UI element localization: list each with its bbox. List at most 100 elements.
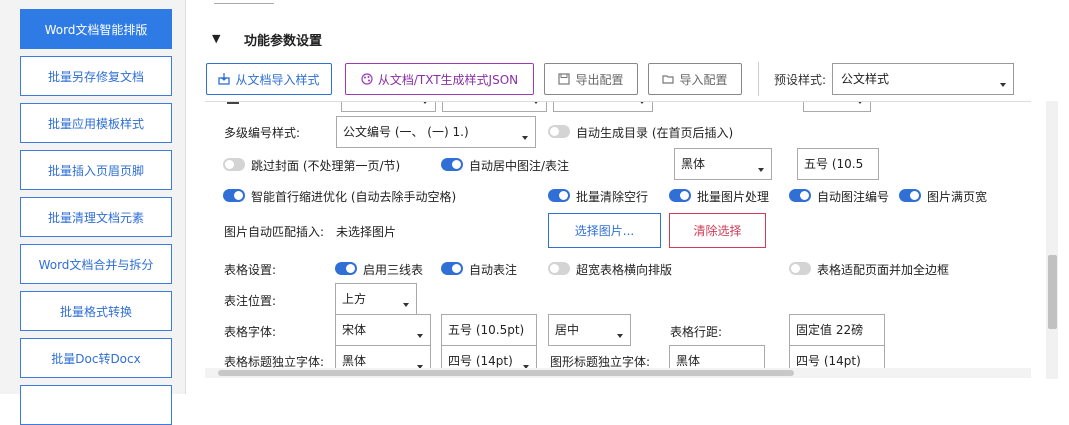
image-process-label: 批量图片处理 — [697, 190, 770, 204]
smart-indent-label: 智能首行缩进优化 (自动去除手动空格) — [251, 190, 457, 204]
table-align-value: 居中 — [555, 323, 580, 337]
chevron-down-icon — [522, 136, 528, 140]
collapse-triangle-icon[interactable]: ▼ — [212, 32, 220, 45]
export-config-label: 导出配置 — [575, 72, 624, 87]
clear-empty-lines-toggle[interactable] — [548, 189, 570, 202]
sidebar-item-batch-clean-elements[interactable]: 批量清理文档元素 — [20, 197, 172, 237]
generate-style-json-label: 从文档/TXT生成样式JSON — [377, 72, 519, 87]
sidebar-item-doc-to-docx[interactable]: 批量Doc转Docx — [20, 338, 172, 378]
caption-size-value: 五号 (10.5 — [804, 157, 864, 171]
chevron-down-icon — [533, 102, 539, 104]
clear-empty-lines-label: 批量清除空行 — [576, 190, 649, 204]
clear-selection-button[interactable]: 清除选择 — [669, 213, 766, 248]
table-font-label: 表格字体: — [224, 325, 277, 339]
figure-title-size-value: 四号 (14pt) — [796, 354, 861, 368]
image-full-width-label: 图片满页宽 — [927, 190, 988, 204]
table-title-font-value: 黑体 — [342, 354, 367, 368]
chevron-down-icon — [758, 168, 764, 172]
table-font-select[interactable]: 宋体 — [335, 314, 431, 346]
multilevel-numbering-select[interactable]: 公文编号 (一、 (一) 1.) — [336, 116, 536, 148]
table-fit-page-label: 表格适配页面并加全边框 — [817, 263, 950, 277]
chevron-down-icon — [617, 334, 623, 338]
clipped-select-2[interactable] — [442, 102, 547, 112]
preset-style-select[interactable]: 公文样式 — [832, 63, 1014, 95]
caption-size-select[interactable]: 五号 (10.5 — [797, 148, 879, 180]
table-settings-label: 表格设置: — [224, 263, 277, 277]
auto-figure-number-toggle[interactable] — [789, 189, 811, 202]
import-icon — [218, 73, 231, 85]
save-icon — [558, 73, 571, 85]
vertical-scrollbar-thumb[interactable] — [1048, 255, 1057, 329]
chevron-down-icon — [422, 102, 428, 104]
import-style-label: 从文档导入样式 — [235, 72, 320, 87]
auto-table-note-toggle[interactable] — [441, 262, 463, 275]
chevron-down-icon — [857, 102, 863, 104]
import-config-button[interactable]: 导入配置 — [648, 63, 742, 95]
wide-table-landscape-label: 超宽表格横向排版 — [576, 263, 673, 277]
previous-section-edge — [214, 0, 274, 4]
caption-font-select[interactable]: 黑体 — [674, 148, 772, 180]
center-caption-toggle[interactable] — [441, 158, 463, 171]
sidebar-item-batch-save-repair[interactable]: 批量另存修复文档 — [20, 56, 172, 96]
skip-cover-label: 跳过封面 (不处理第一页/节) — [251, 159, 401, 173]
sidebar-item-word-smart-layout[interactable]: Word文档智能排版 — [20, 9, 172, 49]
palette-icon — [361, 73, 373, 85]
note-position-label: 表注位置: — [224, 294, 277, 308]
note-position-select[interactable]: 上方 — [335, 283, 417, 315]
section-title: 功能参数设置 — [244, 34, 323, 49]
sidebar-item-batch-apply-template[interactable]: 批量应用模板样式 — [20, 103, 172, 143]
preset-style-value: 公文样式 — [841, 72, 890, 86]
chevron-down-icon — [417, 334, 423, 338]
sidebar-item-merge-split[interactable]: Word文档合并与拆分 — [20, 244, 172, 284]
sidebar-item-batch-header-footer[interactable]: 批量插入页眉页脚 — [20, 150, 172, 190]
import-style-button[interactable]: 从文档导入样式 — [206, 63, 332, 95]
sidebar-item-batch-format-convert[interactable]: 批量格式转换 — [20, 291, 172, 331]
multilevel-numbering-label: 多级编号样式: — [224, 126, 301, 140]
clipped-select-3[interactable] — [553, 102, 653, 112]
auto-table-note-label: 自动表注 — [469, 263, 518, 277]
table-row-spacing-select[interactable]: 固定值 22磅 — [789, 314, 885, 346]
table-row-spacing-label: 表格行距: — [670, 325, 723, 339]
auto-figure-number-label: 自动图注编号 — [817, 190, 890, 204]
auto-toc-label: 自动生成目录 (在首页后插入) — [576, 126, 734, 140]
chevron-down-icon — [1000, 83, 1006, 87]
image-full-width-toggle[interactable] — [899, 189, 921, 202]
wide-table-landscape-toggle[interactable] — [548, 262, 570, 275]
table-title-size-value: 四号 (14pt) — [448, 354, 513, 368]
vertical-scrollbar[interactable] — [1046, 101, 1058, 379]
image-process-toggle[interactable] — [669, 189, 691, 202]
export-config-button[interactable]: 导出配置 — [544, 63, 638, 95]
toolbar-divider — [758, 62, 759, 96]
auto-toc-toggle[interactable] — [548, 125, 570, 138]
choose-image-button[interactable]: 选择图片... — [548, 213, 661, 248]
three-line-table-toggle[interactable] — [335, 262, 357, 275]
figure-title-font-value: 黑体 — [676, 354, 701, 368]
chevron-down-icon — [403, 303, 409, 307]
clipped-control — [227, 102, 239, 104]
clipped-select-1[interactable] — [341, 102, 436, 112]
three-line-table-label: 启用三线表 — [363, 263, 424, 277]
import-config-label: 导入配置 — [679, 72, 728, 87]
skip-cover-toggle[interactable] — [223, 158, 245, 171]
folder-icon — [662, 75, 675, 84]
table-row-spacing-value: 固定值 22磅 — [796, 323, 864, 337]
center-caption-label: 自动居中图注/表注 — [469, 159, 570, 173]
sidebar-item-more[interactable] — [20, 385, 172, 425]
caption-font-value: 黑体 — [681, 157, 706, 171]
generate-style-json-button[interactable]: 从文档/TXT生成样式JSON — [345, 63, 534, 95]
note-position-value: 上方 — [342, 292, 367, 306]
table-fit-page-toggle[interactable] — [789, 262, 811, 275]
table-font-size-value: 五号 (10.5pt) — [448, 323, 525, 337]
image-insert-status: 未选择图片 — [336, 225, 397, 239]
table-font-value: 宋体 — [342, 323, 367, 337]
multilevel-numbering-value: 公文编号 (一、 (一) 1.) — [343, 125, 469, 139]
table-align-select[interactable]: 居中 — [548, 314, 631, 346]
clipped-select-4[interactable] — [803, 102, 871, 112]
preset-style-label: 预设样式: — [774, 73, 827, 87]
image-insert-label: 图片自动匹配插入: — [224, 225, 325, 239]
chevron-down-icon — [639, 102, 645, 104]
horizontal-scrollbar-thumb[interactable] — [218, 370, 794, 376]
smart-indent-toggle[interactable] — [223, 189, 245, 202]
table-font-size-select[interactable]: 五号 (10.5pt) — [441, 314, 537, 346]
params-panel: 多级编号样式: 公文编号 (一、 (一) 1.) 自动生成目录 (在首页后插入)… — [205, 101, 1031, 378]
